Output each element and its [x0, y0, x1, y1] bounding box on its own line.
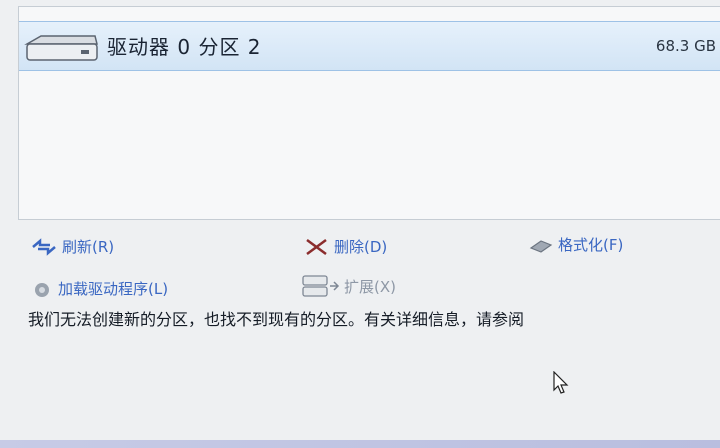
error-message: 我们无法创建新的分区，也找不到现有的分区。有关详细信息，请参阅	[28, 310, 525, 329]
load-driver-button[interactable]: 加载驱动程序(L)	[30, 278, 168, 299]
refresh-button[interactable]: 刷新(R)	[30, 236, 114, 257]
load-driver-icon	[30, 280, 54, 298]
format-label: 格式化(F)	[558, 236, 624, 254]
partition-row[interactable]: 驱动器 0 分区 2 68.3 GB	[19, 21, 720, 71]
delete-label: 删除(D)	[334, 238, 388, 256]
delete-button[interactable]: 删除(D)	[304, 236, 387, 257]
load-driver-label: 加载驱动程序(L)	[58, 280, 169, 298]
extend-button[interactable]: 扩展(X)	[300, 272, 396, 300]
format-button[interactable]: 格式化(F)	[528, 234, 623, 255]
partition-list[interactable]: 驱动器 0 分区 2 68.3 GB	[18, 6, 720, 220]
refresh-icon	[30, 237, 58, 256]
format-eraser-icon	[528, 236, 554, 254]
delete-x-icon	[304, 238, 330, 256]
bottom-edge	[0, 440, 720, 448]
refresh-label: 刷新(R)	[62, 238, 115, 256]
extend-label: 扩展(X)	[344, 277, 396, 296]
partition-size: 68.3 GB	[655, 37, 716, 55]
hard-drive-icon	[23, 32, 101, 66]
extend-icon	[300, 272, 340, 300]
partition-name: 驱动器 0 分区 2	[107, 35, 262, 59]
mouse-cursor-icon	[553, 370, 569, 399]
